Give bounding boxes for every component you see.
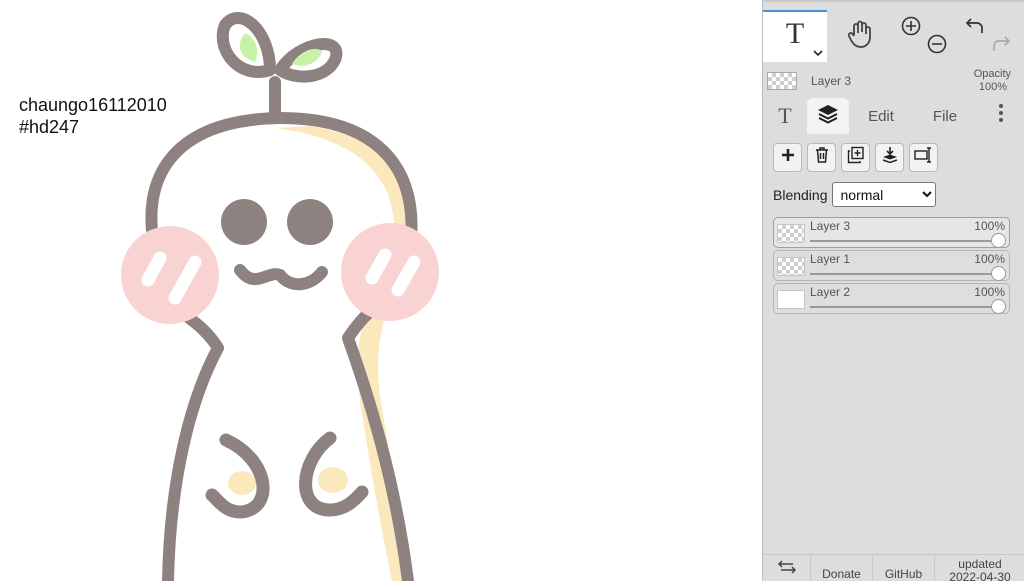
layer-opacity-handle[interactable] xyxy=(991,233,1006,248)
layers-panel: Blending normal Layer 3 100% Layer 1 100… xyxy=(763,134,1024,554)
layer-opacity-slider[interactable] xyxy=(810,273,999,275)
updated-label: updated xyxy=(958,556,1002,571)
zoom-out-icon[interactable] xyxy=(927,34,947,59)
layer-opacity-handle[interactable] xyxy=(991,299,1006,314)
leaf-sprout xyxy=(216,12,343,118)
layer-opacity: 100% xyxy=(974,219,1005,233)
layer-item-layer-3[interactable]: Layer 3 100% xyxy=(773,217,1010,248)
tab-text[interactable]: T xyxy=(763,98,807,134)
tool-row: T xyxy=(763,10,1024,62)
tab-edit[interactable]: Edit xyxy=(849,98,913,134)
tool-panel: T Layer 3 Opacity 100% T Edit File Blend… xyxy=(762,0,1024,581)
layers-icon xyxy=(816,103,840,129)
current-layer-thumbnail xyxy=(767,72,797,90)
layer-name: Layer 2 xyxy=(810,285,851,299)
rename-icon xyxy=(913,147,934,168)
layer-item-layer-2[interactable]: Layer 2 100% xyxy=(773,283,1010,314)
duplicate-icon xyxy=(847,146,865,169)
panel-footer: Donate GitHub updated 2022-04-30 xyxy=(763,554,1024,581)
more-vertical-icon xyxy=(998,103,1004,129)
plus-icon xyxy=(781,148,795,167)
panel-tabs: T Edit File xyxy=(763,98,1024,134)
opacity-label: Opacity xyxy=(973,68,1011,80)
delete-layer-button[interactable] xyxy=(807,143,836,172)
layer-opacity-handle[interactable] xyxy=(991,266,1006,281)
layer-opacity: 100% xyxy=(974,285,1005,299)
merge-down-button[interactable] xyxy=(875,143,904,172)
leaf-left-fill xyxy=(239,33,258,62)
more-menu-button[interactable] xyxy=(977,98,1024,134)
layer-name: Layer 1 xyxy=(810,252,851,266)
duplicate-layer-button[interactable] xyxy=(841,143,870,172)
layer-opacity-slider[interactable] xyxy=(810,306,999,308)
layer-name: Layer 3 xyxy=(810,219,851,233)
canvas-text-hashtag: #hd247 xyxy=(19,117,80,137)
character-drawing xyxy=(121,12,439,581)
drawing-canvas[interactable]: chaungo16112010 #hd247 xyxy=(0,0,762,581)
panel-top-divider xyxy=(763,0,1024,2)
hand-icon xyxy=(847,20,873,53)
donate-link[interactable]: Donate xyxy=(811,555,873,581)
layer-thumbnail xyxy=(777,257,805,276)
updated-info[interactable]: updated 2022-04-30 xyxy=(935,555,1024,581)
trash-icon xyxy=(814,146,830,169)
redo-icon[interactable] xyxy=(991,34,1011,59)
canvas-text-username: chaungo16112010 xyxy=(19,95,167,115)
zoom-in-icon[interactable] xyxy=(901,16,921,41)
tab-file[interactable]: File xyxy=(913,98,977,134)
blending-mode-select[interactable]: normal xyxy=(831,182,936,207)
tab-layers[interactable] xyxy=(807,98,849,134)
add-layer-button[interactable] xyxy=(773,143,802,172)
rename-layer-button[interactable] xyxy=(909,143,938,172)
face xyxy=(221,199,333,291)
blending-label: Blending xyxy=(773,186,828,203)
merge-down-icon xyxy=(881,146,899,169)
history-tools xyxy=(957,10,1023,62)
hand-tool-button[interactable] xyxy=(827,10,893,62)
zoom-tools xyxy=(893,10,957,62)
swap-panel-side-button[interactable] xyxy=(763,555,811,581)
undo-icon[interactable] xyxy=(965,16,985,41)
github-link[interactable]: GitHub xyxy=(873,555,935,581)
updated-date: 2022-04-30 xyxy=(949,569,1011,581)
blending-row: Blending normal xyxy=(773,182,936,207)
text-tool-label: T xyxy=(785,17,805,50)
chevron-down-icon[interactable] xyxy=(813,46,823,60)
opacity-value: 100% xyxy=(978,81,1007,93)
text-tool-button[interactable]: T xyxy=(763,10,827,62)
layer-opacity-slider[interactable] xyxy=(810,240,999,242)
layer-thumbnail xyxy=(777,290,805,309)
layer-item-layer-1[interactable]: Layer 1 100% xyxy=(773,250,1010,281)
current-layer-info: Layer 3 Opacity 100% xyxy=(763,64,1024,98)
current-layer-name: Layer 3 xyxy=(811,74,852,88)
layer-thumbnail xyxy=(777,224,805,243)
layer-actions xyxy=(773,143,938,172)
swap-horizontal-icon xyxy=(777,558,796,579)
layer-opacity: 100% xyxy=(974,252,1005,266)
